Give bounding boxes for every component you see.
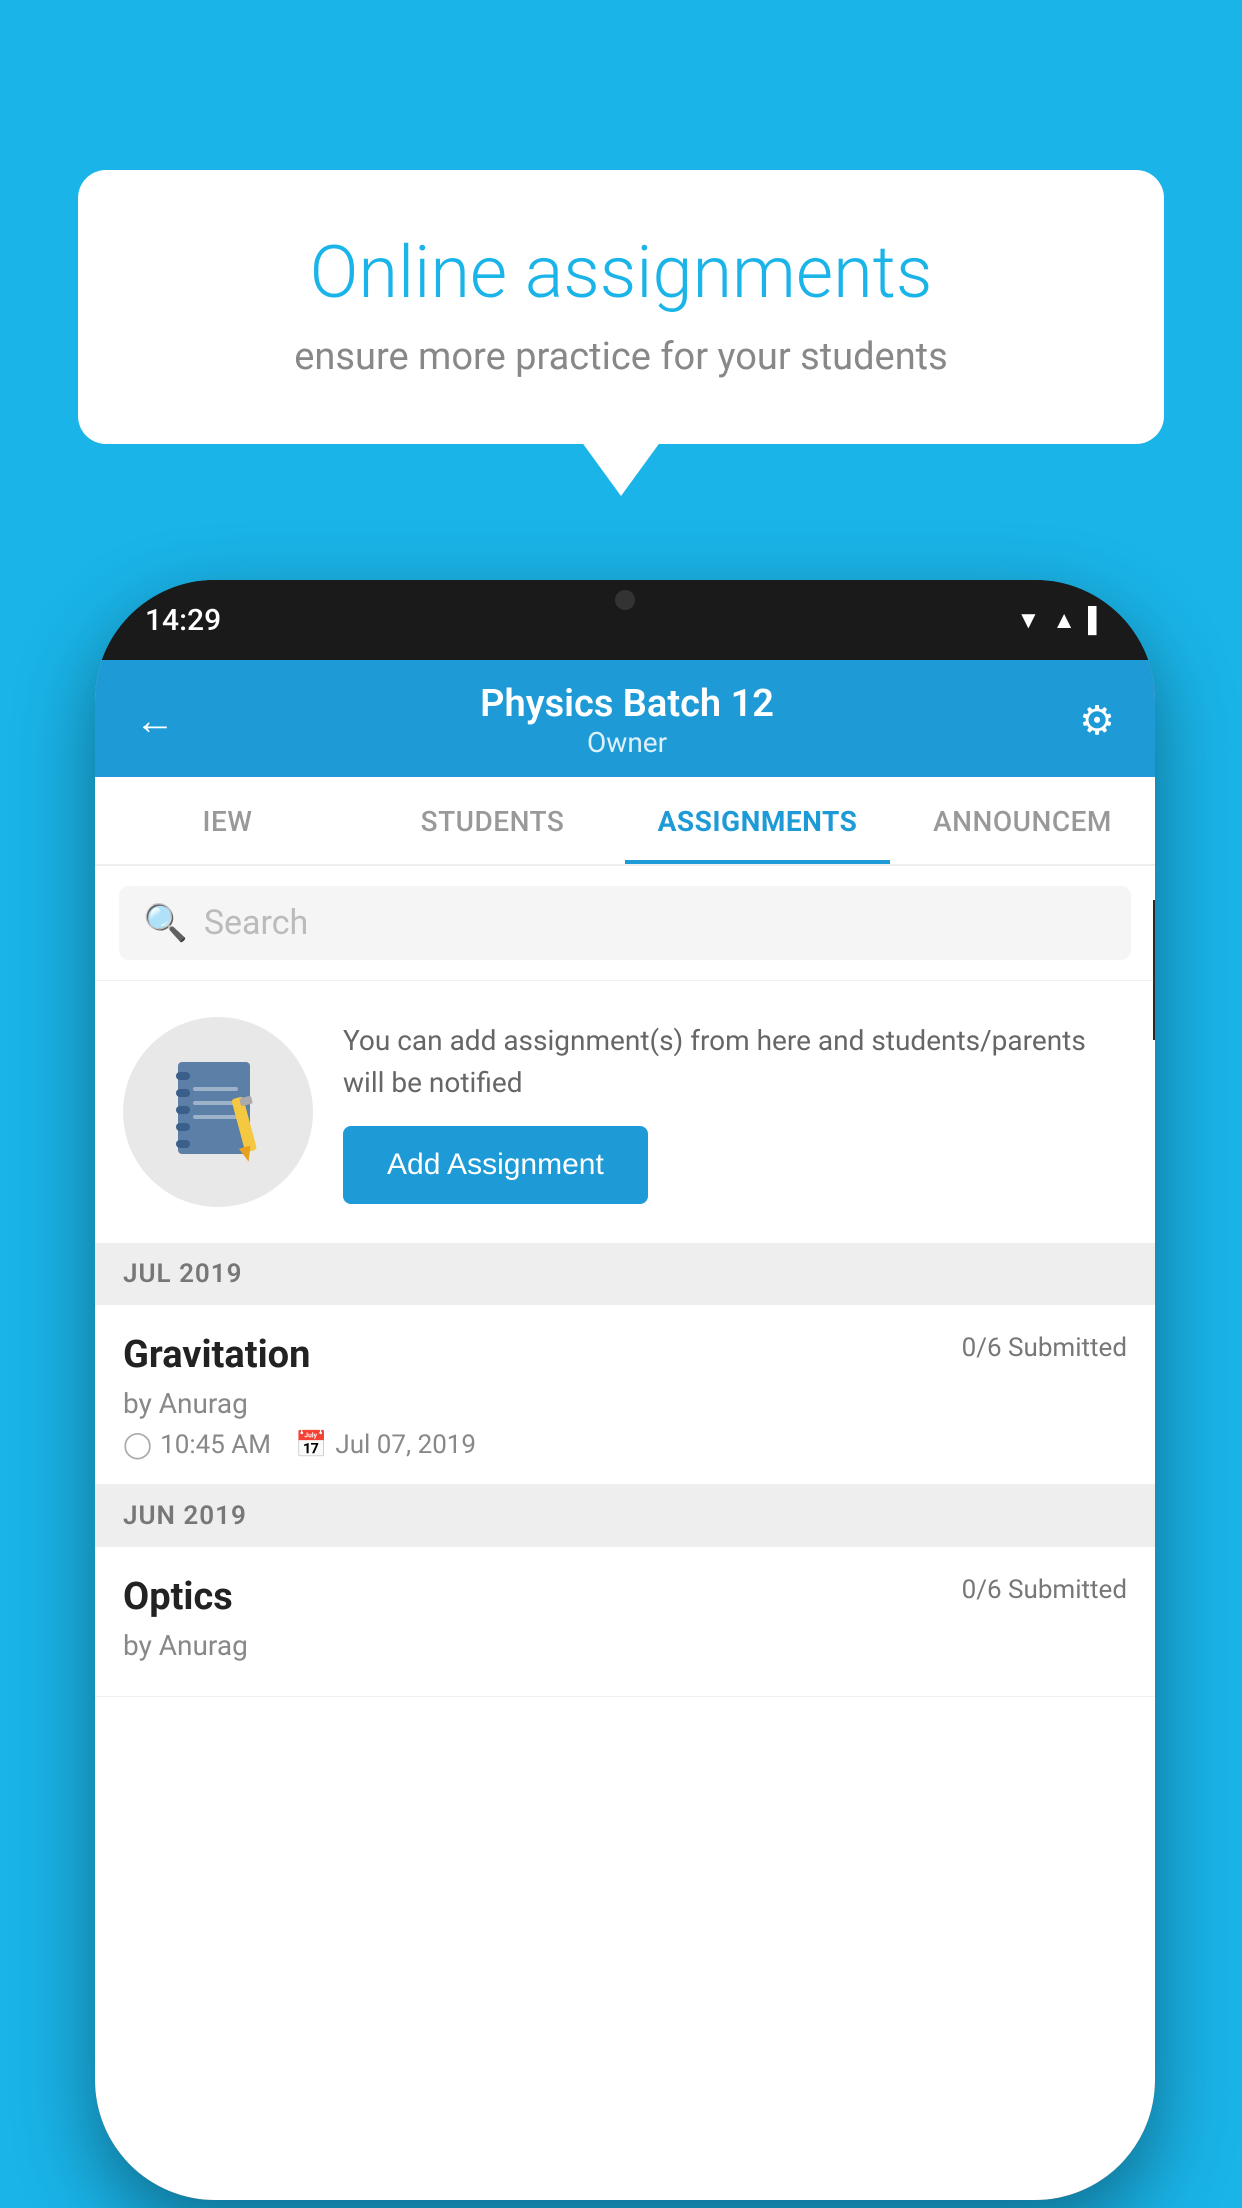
tab-assignments[interactable]: ASSIGNMENTS [625,777,890,864]
app-header: ← Physics Batch 12 Owner ⚙ [95,660,1155,777]
assignment-time-gravitation: 10:45 AM [160,1430,271,1460]
calendar-icon: 📅 [295,1430,327,1460]
clock: 14:29 [145,603,221,638]
search-bar[interactable]: 🔍 Search [119,886,1131,960]
phone-frame: 14:29 ▼ ▲ ▌ ← Physics Batch 12 Owner ⚙ I… [95,580,1155,2200]
batch-title: Physics Batch 12 [480,682,774,726]
add-assignment-description: You can add assignment(s) from here and … [343,1020,1127,1104]
header-role: Owner [480,726,774,759]
assignment-submitted-gravitation: 0/6 Submitted [962,1333,1127,1363]
add-assignment-button[interactable]: Add Assignment [343,1126,648,1204]
search-container: 🔍 Search [95,866,1155,980]
assignment-by-gravitation: by Anurag [123,1387,1127,1420]
front-camera [615,590,635,610]
clock-icon: ◯ [123,1430,152,1460]
settings-button[interactable]: ⚙ [1079,697,1115,744]
power-button-right [1153,900,1155,1040]
assignment-title-optics: Optics [123,1575,233,1619]
tab-iew[interactable]: IEW [95,777,360,864]
battery-icon: ▌ [1088,606,1105,635]
assignment-title-gravitation: Gravitation [123,1333,310,1377]
status-bar: 14:29 ▼ ▲ ▌ [95,580,1155,660]
add-assignment-content: You can add assignment(s) from here and … [343,1020,1127,1204]
section-label-jun: JUN 2019 [123,1501,247,1531]
section-label-jul: JUL 2019 [123,1259,243,1289]
tabs-bar: IEW STUDENTS ASSIGNMENTS ANNOUNCEM [95,777,1155,866]
tab-students[interactable]: STUDENTS [360,777,625,864]
speech-bubble-card: Online assignments ensure more practice … [78,170,1164,444]
assignment-top-row: Gravitation 0/6 Submitted [123,1333,1127,1377]
signal-icon: ▲ [1052,606,1076,635]
section-header-jun: JUN 2019 [95,1485,1155,1547]
assignment-gravitation[interactable]: Gravitation 0/6 Submitted by Anurag ◯ 10… [95,1305,1155,1485]
section-header-jul: JUL 2019 [95,1243,1155,1305]
time-item-gravitation: ◯ 10:45 AM [123,1430,271,1460]
add-assignment-section: You can add assignment(s) from here and … [95,980,1155,1243]
assignment-optics[interactable]: Optics 0/6 Submitted by Anurag [95,1547,1155,1697]
assignment-top-row-optics: Optics 0/6 Submitted [123,1575,1127,1619]
notebook-icon [168,1057,268,1167]
header-center: Physics Batch 12 Owner [480,682,774,759]
speech-bubble-subtitle: ensure more practice for your students [148,335,1094,379]
assignment-submitted-optics: 0/6 Submitted [962,1575,1127,1605]
status-icons: ▼ ▲ ▌ [1016,606,1105,635]
notebook-icon-circle [123,1017,313,1207]
notch [565,580,685,620]
assignment-by-optics: by Anurag [123,1629,1127,1662]
back-button[interactable]: ← [135,697,175,744]
tab-announcements[interactable]: ANNOUNCEM [890,777,1155,864]
speech-bubble-title: Online assignments [148,230,1094,315]
assignment-date-gravitation: Jul 07, 2019 [335,1430,476,1460]
phone-screen: ← Physics Batch 12 Owner ⚙ IEW STUDENTS … [95,660,1155,2200]
search-placeholder: Search [204,903,308,943]
wifi-icon: ▼ [1016,606,1040,635]
search-icon: 🔍 [143,902,188,944]
date-item-gravitation: 📅 Jul 07, 2019 [295,1430,476,1460]
assignment-time-row-gravitation: ◯ 10:45 AM 📅 Jul 07, 2019 [123,1430,1127,1460]
